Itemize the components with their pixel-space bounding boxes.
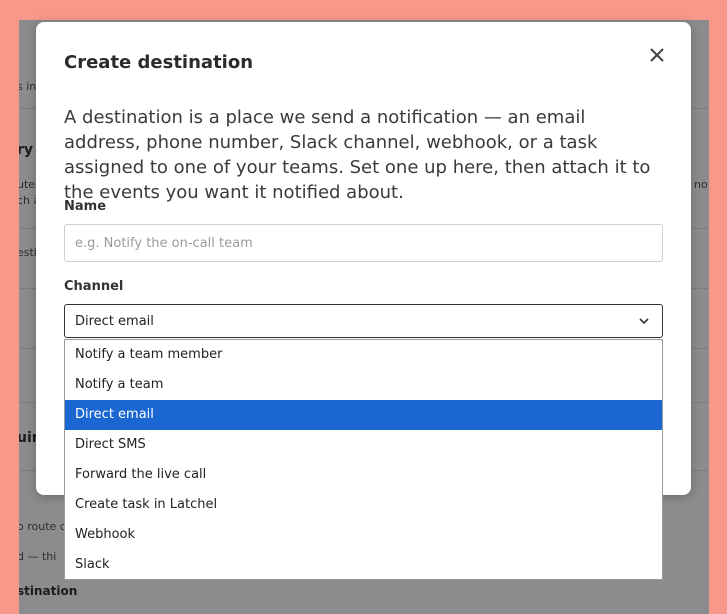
channel-option[interactable]: Forward the live call [65, 460, 662, 490]
channel-options-list: Notify a team member Notify a team Direc… [64, 339, 663, 580]
channel-label: Channel [64, 279, 124, 294]
channel-option[interactable]: Notify a team [65, 370, 662, 400]
name-input[interactable] [64, 224, 663, 262]
channel-option[interactable]: Create task in Latchel [65, 490, 662, 520]
channel-option[interactable]: Slack [65, 550, 662, 580]
channel-selected-value: Direct email [75, 313, 154, 329]
close-icon [650, 48, 664, 62]
name-label: Name [64, 199, 107, 214]
channel-option[interactable]: Direct SMS [65, 430, 662, 460]
chevron-down-icon [639, 318, 649, 325]
channel-option[interactable]: Webhook [65, 520, 662, 550]
channel-select[interactable]: Direct email [64, 304, 663, 338]
dialog-description: A destination is a place we send a notif… [64, 107, 651, 203]
channel-option[interactable]: Notify a team member [65, 340, 662, 370]
channel-option-selected[interactable]: Direct email [65, 400, 662, 430]
close-button[interactable] [644, 42, 670, 68]
dialog-title: Create destination [64, 52, 254, 73]
